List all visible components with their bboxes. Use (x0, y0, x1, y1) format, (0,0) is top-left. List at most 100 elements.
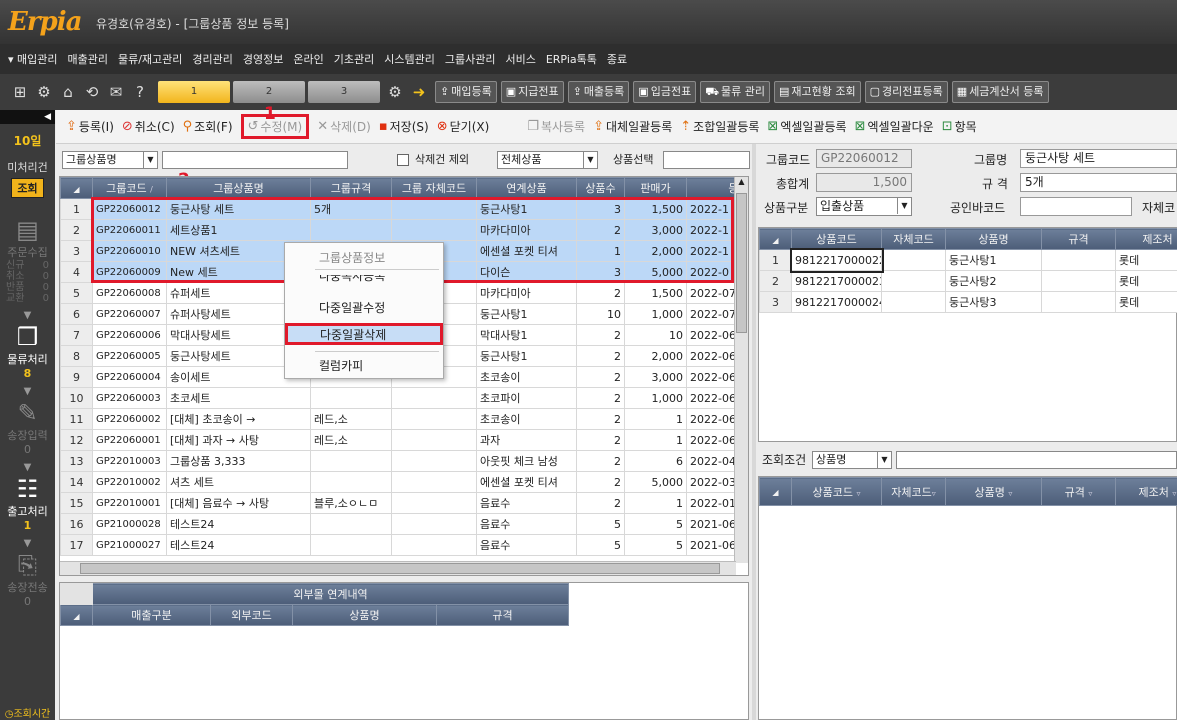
table-cell[interactable]: 2,000 (624, 345, 687, 367)
cancel-button[interactable]: ⊘ 취소(C) (122, 118, 175, 135)
table-cell[interactable]: GP21000027 (92, 534, 167, 556)
table-cell[interactable] (310, 450, 392, 472)
col-product-count[interactable]: 상품수 (576, 177, 625, 199)
col-sales-type[interactable]: 매출구분 (92, 604, 211, 626)
menu-exit[interactable]: 종료 (607, 51, 627, 67)
col-spec[interactable]: 규격 (435, 604, 570, 626)
help-icon[interactable]: ? (128, 83, 152, 101)
table-cell[interactable]: 초코파이 (476, 387, 577, 409)
quick-logistics-button[interactable]: ⛟ 물류 관리 (700, 81, 771, 103)
table-cell[interactable] (391, 387, 477, 409)
table-cell[interactable]: [대체] 과자 → 사탕 (166, 429, 311, 451)
table-cell[interactable] (881, 270, 946, 292)
product-type-select[interactable]: 입출상품 ▼ (816, 197, 912, 216)
col-group-own-code[interactable]: 그룹 자체코드 (391, 177, 477, 199)
mail-icon[interactable]: ✉ (104, 83, 128, 101)
col-manufacturer[interactable]: 제조처 ▿ (1115, 477, 1177, 506)
table-cell[interactable] (1041, 249, 1116, 271)
table-cell[interactable]: 5 (576, 534, 625, 556)
search-field-select[interactable]: 그룹상품명 ▼ (62, 151, 158, 169)
table-cell[interactable] (391, 408, 477, 430)
table-cell[interactable]: 아웃핏 체크 남성 (476, 450, 577, 472)
table-cell[interactable]: 롯데 (1115, 249, 1177, 271)
table-cell[interactable]: 6 (624, 450, 687, 472)
table-row[interactable]: 11 GP22060002 [대체] 초코송이 → 레드,소 초코송이 2 1 2022-06 (60, 408, 748, 430)
scroll-thumb[interactable] (80, 563, 720, 574)
bulk-replace-button[interactable]: ⇪ 대체일괄등록 (593, 118, 672, 135)
menu-system[interactable]: 시스템관리 (384, 51, 435, 67)
table-cell[interactable]: 9812217000023 (791, 270, 882, 292)
filter-icon[interactable]: ▿ (1008, 489, 1012, 498)
home-icon[interactable]: ⌂ (56, 83, 80, 101)
invoice-edit-icon[interactable]: ✎ (0, 399, 55, 427)
col-product-code[interactable]: 상품코드 (791, 228, 882, 250)
group-name-field[interactable]: 둥근사탕 세트 (1020, 149, 1177, 168)
search-condition-select[interactable]: 상품명 ▼ (812, 451, 892, 469)
col-manufacturer[interactable]: 제조처 (1115, 228, 1177, 250)
table-cell[interactable] (310, 471, 392, 493)
table-cell[interactable]: GP21000028 (92, 513, 167, 535)
shipping-list-icon[interactable]: ☷ (0, 475, 55, 503)
items-button[interactable]: ⊡ 항목 (942, 118, 977, 135)
col-group-code[interactable]: 그룹코드 / (92, 177, 167, 199)
filter-icon[interactable]: ▿ (932, 489, 936, 498)
menu-sales[interactable]: 매출관리 (68, 51, 108, 67)
table-cell[interactable] (391, 450, 477, 472)
col-product-name[interactable]: 상품명 (292, 604, 437, 626)
menu-multi-copy-register[interactable]: 다중복사등록 (319, 275, 385, 283)
table-cell[interactable]: 2 (576, 492, 625, 514)
table-cell[interactable]: 9812217000022 (789, 247, 884, 273)
table-cell[interactable] (391, 429, 477, 451)
table-cell[interactable]: 둥근사탕1 (476, 303, 577, 325)
table-cell[interactable]: 5 (576, 513, 625, 535)
bulk-combine-button[interactable]: ⇡ 조합일괄등록 (680, 118, 759, 135)
table-cell[interactable]: 레드,소 (310, 429, 392, 451)
excel-upload-button[interactable]: ⊠ 엑셀일괄등록 (767, 118, 846, 135)
table-cell[interactable]: 초코세트 (166, 387, 311, 409)
table-cell[interactable]: 1,000 (624, 387, 687, 409)
menu-management[interactable]: 경영정보 (243, 51, 283, 67)
table-cell[interactable]: GP22060002 (92, 408, 167, 430)
order-collect-icon[interactable]: ▤ (0, 216, 55, 244)
excel-download-button[interactable]: ⊠ 엑셀일괄다운 (855, 118, 934, 135)
col-external-code[interactable]: 외부코드 (210, 604, 293, 626)
search-input[interactable] (162, 151, 348, 169)
quick-ledger-slip-button[interactable]: ▢ 경리전표등록 (864, 81, 948, 103)
invoice-send-icon[interactable]: ⎘ (0, 551, 55, 579)
table-cell[interactable] (881, 249, 946, 271)
table-cell[interactable]: GP22010002 (92, 471, 167, 493)
table-cell[interactable]: 9812217000024 (791, 291, 882, 313)
table-row[interactable]: 16 GP21000028 테스트24 음료수 5 5 2021-06 (60, 513, 748, 535)
col-group-name[interactable]: 그룹상품명 (166, 177, 311, 199)
workspace-slot-1[interactable]: 1 (158, 81, 230, 103)
table-cell[interactable]: 2 (576, 471, 625, 493)
logistics-box-icon[interactable]: ❒ (0, 323, 55, 351)
table-cell[interactable]: 레드,소 (310, 408, 392, 430)
gear-icon[interactable]: ⚙ (32, 83, 56, 101)
table-cell[interactable]: 2 (576, 345, 625, 367)
table-cell[interactable]: 3,000 (624, 366, 687, 388)
menu-multi-bulk-delete[interactable]: 다중일괄삭제 (285, 323, 443, 345)
refresh-icon[interactable]: ⟲ (80, 83, 104, 101)
table-cell[interactable]: 1 (624, 429, 687, 451)
pending-lookup-button[interactable]: 조회 (11, 178, 44, 198)
workspace-slot-3[interactable]: 3 (308, 81, 380, 103)
table-cell[interactable]: 10 (624, 324, 687, 346)
menu-erpia-talk[interactable]: ERPia톡톡 (546, 51, 597, 67)
col-spec[interactable]: 규격 (1041, 228, 1116, 250)
table-cell[interactable]: 1,500 (624, 282, 687, 304)
quick-deposit-slip-button[interactable]: ▣ 입금전표 (633, 81, 697, 103)
col-product-name[interactable]: 상품명 (945, 228, 1042, 250)
menu-logistics[interactable]: 물류/재고관리 (118, 51, 182, 67)
col-group-spec[interactable]: 그룹규격 (310, 177, 392, 199)
table-cell[interactable]: 1 (624, 492, 687, 514)
table-cell[interactable] (391, 492, 477, 514)
col-product-name[interactable]: 상품명 ▿ (945, 477, 1042, 506)
table-row[interactable]: 14 GP22010002 셔츠 세트 에센셜 포켓 티셔 2 5,000 2022-03 (60, 471, 748, 493)
lookup-time-label[interactable]: ◷조회시간 (0, 705, 55, 720)
search-condition-input[interactable] (896, 451, 1177, 469)
table-cell[interactable]: 테스트24 (166, 534, 311, 556)
table-cell[interactable]: 롯데 (1115, 291, 1177, 313)
menu-multi-bulk-edit[interactable]: 다중일괄수정 (319, 299, 385, 316)
quick-purchase-register-button[interactable]: ⇪ 매입등록 (435, 81, 497, 103)
